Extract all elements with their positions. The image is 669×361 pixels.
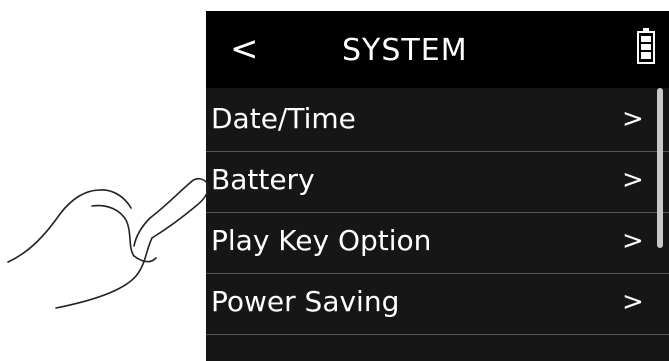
chevron-right-icon: > <box>622 104 644 134</box>
battery-icon <box>637 28 655 64</box>
page: < SYSTEM Date/Time > Battery > Play Key … <box>0 0 669 361</box>
page-title: SYSTEM <box>342 33 468 68</box>
menu-list: Date/Time > Battery > Play Key Option > … <box>206 91 669 335</box>
menu-item-play-key-option[interactable]: Play Key Option > <box>206 213 669 274</box>
back-chevron-left-icon[interactable]: < <box>230 29 259 69</box>
menu-item-label: Power Saving <box>211 285 400 318</box>
menu-item-label: Play Key Option <box>211 224 432 257</box>
menu-item-label: Date/Time <box>211 102 356 135</box>
menu-item-date-time[interactable]: Date/Time > <box>206 91 669 152</box>
chevron-right-icon: > <box>622 165 644 195</box>
device-screen: < SYSTEM Date/Time > Battery > Play Key … <box>206 11 669 361</box>
menu-item-battery[interactable]: Battery > <box>206 152 669 213</box>
chevron-right-icon: > <box>622 287 644 317</box>
header-bar: < SYSTEM <box>206 11 669 88</box>
menu-item-label: Battery <box>211 163 315 196</box>
scrollbar[interactable] <box>657 88 663 248</box>
menu-item-power-saving[interactable]: Power Saving > <box>206 274 669 335</box>
chevron-right-icon: > <box>622 226 644 256</box>
